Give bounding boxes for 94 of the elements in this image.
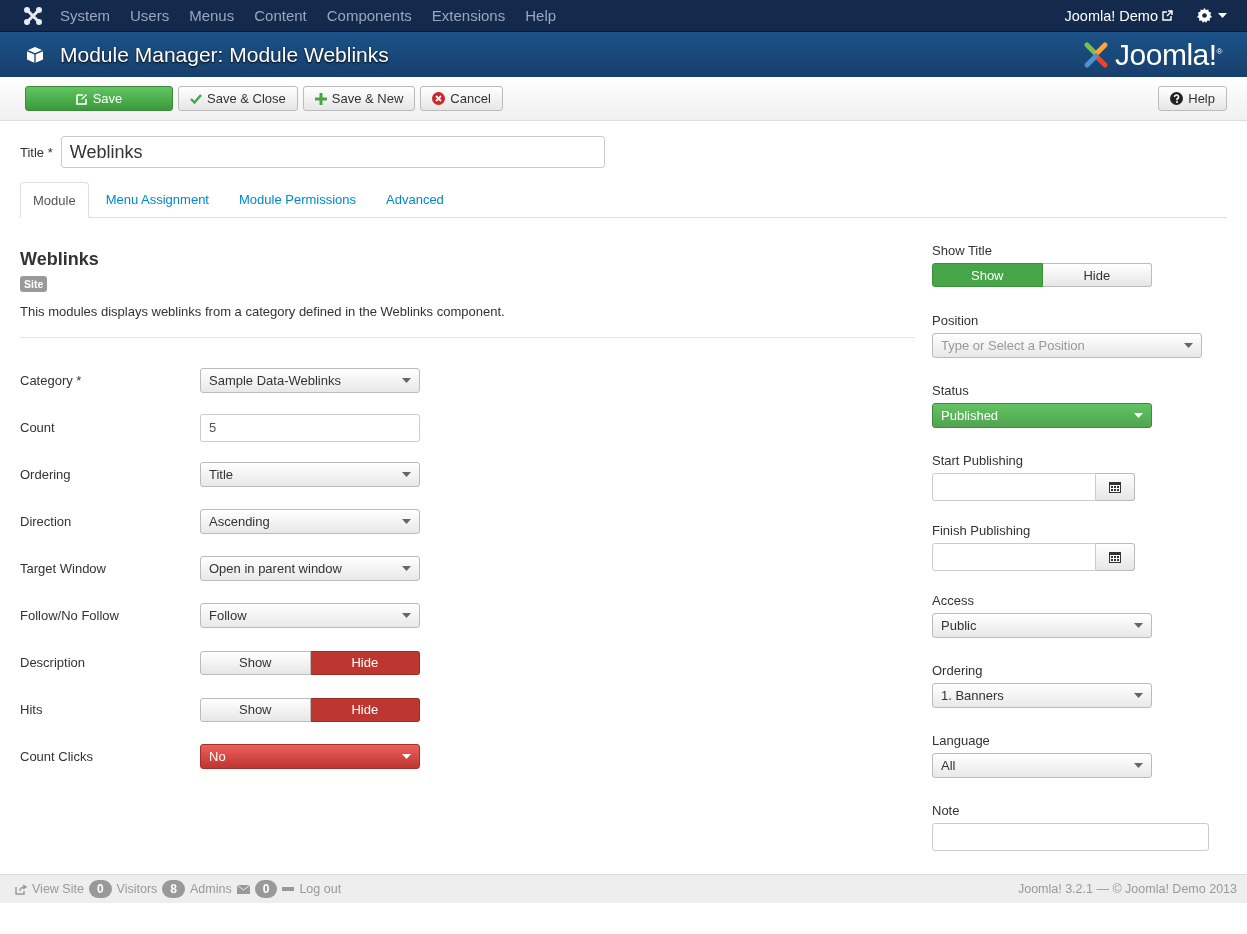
caret-icon [1134,763,1143,768]
joomla-logo-icon[interactable] [24,6,42,25]
caret-icon [1134,413,1143,418]
caret-icon [402,519,411,524]
caret-icon [402,472,411,477]
field-label: Show Title [932,243,992,258]
text-field[interactable] [932,823,1209,851]
menu-item[interactable]: Menus [179,7,245,24]
envelope-icon [236,884,250,894]
field-label: Position [932,313,979,328]
calendar-icon [1109,481,1121,493]
field-label: Ordering [932,663,983,678]
count-badge: 8 [162,880,186,898]
calendar-icon [1109,551,1121,563]
tab[interactable]: Module [20,182,89,218]
cancel-icon [432,92,446,105]
menu-item[interactable]: Users [120,7,180,24]
field-label: Count Clicks [20,749,94,764]
count-badge: 0 [88,880,112,898]
count-badge: 0 [254,880,278,898]
field-label: Count [20,420,56,435]
field-label: Ordering [20,467,72,482]
check-icon [190,93,202,104]
toggle-option[interactable]: Hide [1042,263,1152,287]
tab[interactable]: Menu Assignment [92,182,222,217]
save-new-button[interactable]: Save & New [302,86,416,111]
module-description: This modules displays weblinks from a category defined in the Weblinks component. [20,304,506,319]
menu-item[interactable]: Content [244,7,317,24]
help-icon [1170,92,1184,105]
calendar-button[interactable] [1096,543,1135,571]
field-label: Direction [20,514,73,529]
caret-icon [1134,623,1143,628]
caret-icon [402,566,411,571]
field-label: Language [932,733,990,748]
dropdown[interactable]: Open in parent window [200,556,420,581]
dropdown[interactable]: Public [932,613,1152,638]
field-label: Note [932,803,960,818]
page-title: Module Manager: Module Weblinks [60,42,390,67]
site-link[interactable]: Joomla! Demo [1064,7,1158,24]
field-label: Start Publishing [932,453,1024,468]
toggle-option[interactable]: Hide [310,697,420,722]
settings-menu-button[interactable] [1197,8,1227,23]
edit-icon [75,92,88,105]
help-button[interactable]: Help [1158,86,1227,111]
menu-item[interactable]: System [50,7,120,24]
settings-icon [1197,8,1212,23]
field-label: Description [20,655,87,670]
field-label: Finish Publishing [932,523,1031,538]
joomla-logo-text: Joomla!$^{®}$ [1115,37,1222,72]
caret-icon [402,754,411,759]
dropdown[interactable]: Sample Data-Weblinks [200,368,420,393]
admins-label: Admins [190,882,232,896]
field-label: Status [932,383,969,398]
visitors-label: Visitors [116,882,158,896]
toggle-option[interactable]: Show [200,650,311,675]
dropdown[interactable]: All [932,753,1152,778]
module-heading: Weblinks [20,249,100,270]
caret-icon [402,378,411,383]
minus-icon [282,887,295,891]
field-label: Hits [20,702,44,717]
version-text: Joomla! 3.2.1 — © Joomla! Demo 2013 [1017,882,1237,896]
caret-icon [402,613,411,618]
field-label: Category * [20,373,83,388]
save-close-button[interactable]: Save & Close [178,86,298,111]
plus-icon [314,92,327,105]
title-label: Title * [20,144,53,160]
external-link-icon [1162,10,1173,21]
field-label: Access [932,593,974,608]
dropdown[interactable]: No [200,744,420,769]
text-field[interactable]: 5 [200,413,420,442]
tab[interactable]: Module Permissions [226,182,370,217]
cube-icon [26,45,44,64]
site-badge: Site [20,276,48,292]
field-label: Follow/No Follow [20,608,120,623]
dropdown[interactable]: Title [200,462,420,487]
menu-item[interactable]: Help [515,7,567,24]
menu-item[interactable]: Extensions [421,7,516,24]
dropdown[interactable]: Ascending [200,509,420,534]
menu-item[interactable]: Components [316,7,422,24]
date-field[interactable] [932,543,1096,571]
share-icon [15,883,27,895]
toggle-option[interactable]: Hide [310,650,420,675]
field-label: Target Window [20,561,107,576]
caret-icon [1218,13,1227,18]
title-field[interactable]: Weblinks [60,136,605,168]
dropdown[interactable]: Follow [200,603,420,628]
caret-icon [1134,693,1143,698]
dropdown[interactable]: 1. Banners [932,683,1152,708]
tab[interactable]: Advanced [373,182,457,217]
cancel-button[interactable]: Cancel [420,86,503,111]
date-field[interactable] [932,473,1096,501]
toggle-option[interactable]: Show [200,697,311,722]
caret-icon [1184,343,1193,348]
calendar-button[interactable] [1096,473,1135,501]
